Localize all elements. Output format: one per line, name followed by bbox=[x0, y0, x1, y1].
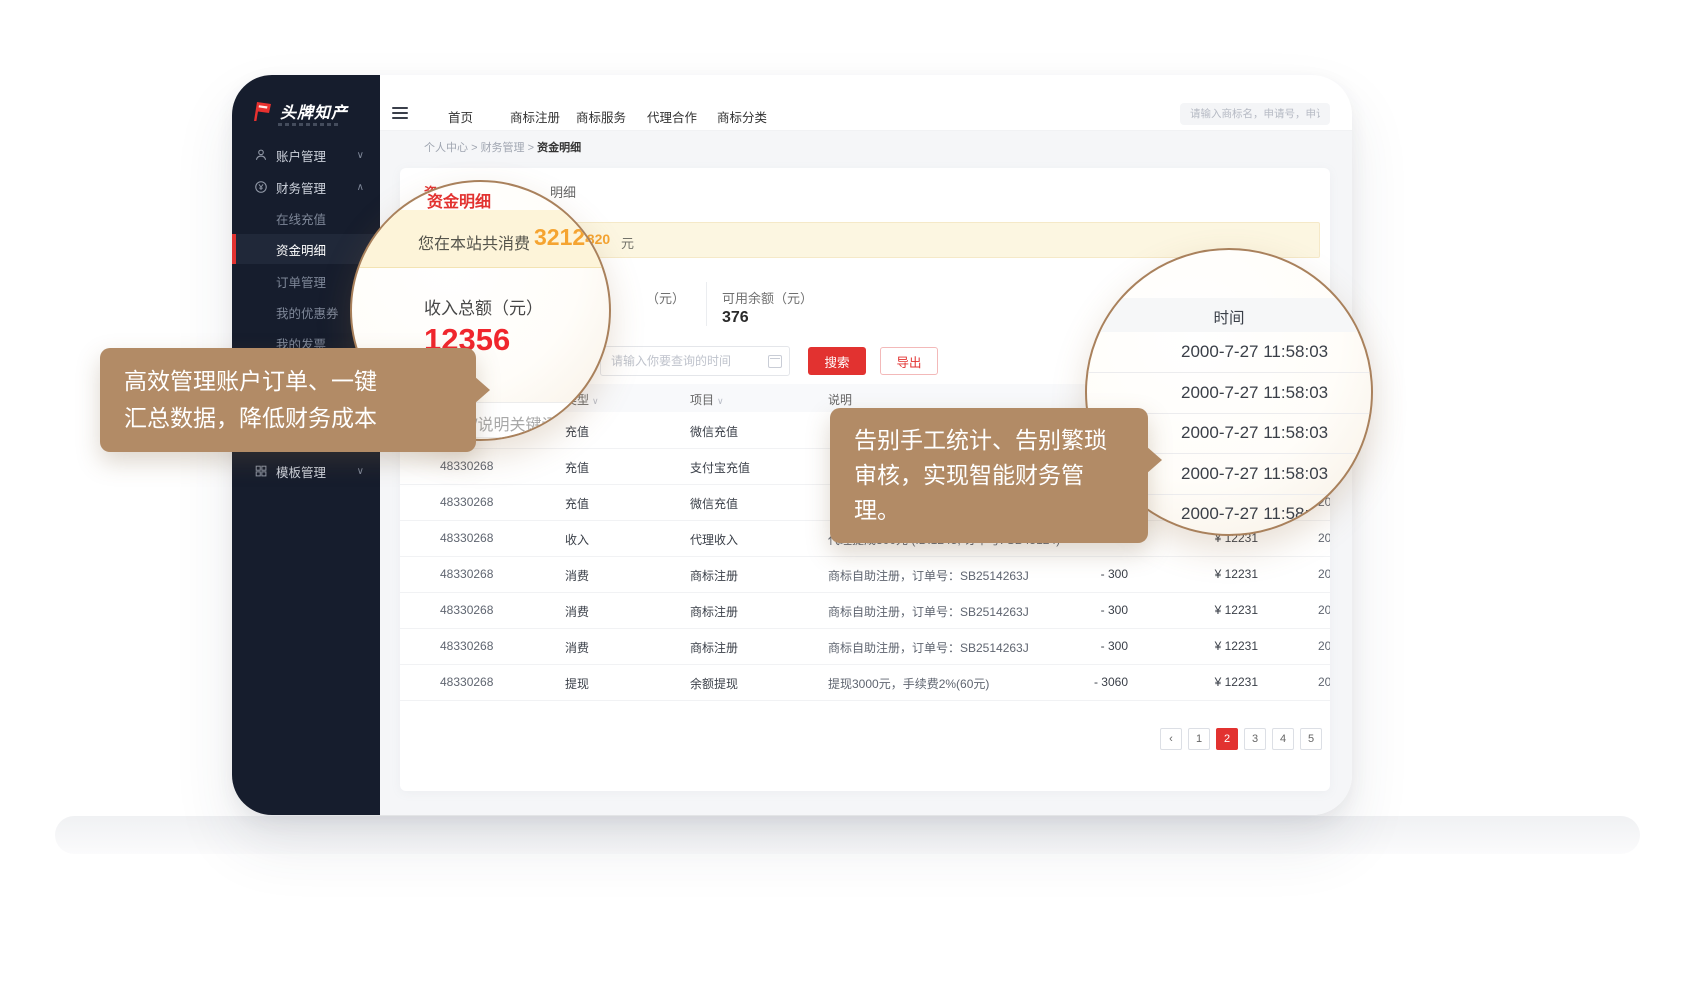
header-desc: 说明 bbox=[828, 391, 852, 408]
template-icon bbox=[254, 464, 268, 478]
logo-flag-icon bbox=[250, 99, 274, 123]
callout-bubble-left: 高效管理账户订单、一键 汇总数据，降低财务成本 bbox=[100, 348, 476, 452]
sidebar-group-account[interactable]: 账户管理 ∨ bbox=[232, 141, 380, 169]
breadcrumb-home[interactable]: 个人中心 bbox=[424, 142, 468, 154]
available-balance-label: 可用余额（元） bbox=[722, 288, 813, 307]
nav-item-home[interactable]: 首页 bbox=[448, 107, 473, 126]
marketing-screenshot: { "colors":{"accent_red":"#e23230","oran… bbox=[0, 0, 1696, 1002]
pagination-page-5[interactable]: 5 bbox=[1300, 728, 1322, 750]
pagination-page-2-active[interactable]: 2 bbox=[1216, 728, 1238, 750]
pagination-page-3[interactable]: 3 bbox=[1244, 728, 1266, 750]
nav-item-service[interactable]: 商标服务 bbox=[576, 107, 626, 126]
breadcrumb-section[interactable]: 财务管理 bbox=[481, 142, 525, 154]
sort-caret-icon[interactable]: ∨ bbox=[717, 396, 724, 406]
pagination: ‹ 1 2 3 4 5 bbox=[1160, 728, 1322, 750]
export-button[interactable]: 导出 bbox=[880, 347, 938, 375]
breadcrumb-current: 资金明细 bbox=[537, 142, 581, 154]
magnified-banner-prefix: 您在本站共消费 bbox=[418, 230, 530, 254]
magnified-banner-amount: 32124 bbox=[534, 224, 598, 251]
sidebar-group-finance[interactable]: 财务管理 ∧ bbox=[232, 173, 380, 201]
callout-bubble-right: 告别手工统计、告别繁琐 审核，实现智能财务管 理。 bbox=[830, 408, 1148, 543]
logo[interactable]: 头牌知产 bbox=[250, 99, 348, 123]
table-row[interactable]: 48330268消费商标注册商标自助注册，订单号：SB2514263J- 300… bbox=[400, 556, 1330, 593]
magnified-time-header: 时间 bbox=[1087, 298, 1371, 332]
top-navbar: 首页 商标注册 商标服务 代理合作 商标分类 bbox=[380, 75, 1352, 131]
table-row[interactable]: 48330268消费商标注册商标自助注册，订单号：SB2514263J- 300… bbox=[400, 628, 1330, 665]
pagination-page-1[interactable]: 1 bbox=[1188, 728, 1210, 750]
banner-suffix: 元 bbox=[621, 233, 634, 252]
logo-subtitle-line bbox=[278, 123, 340, 126]
pagination-prev-button[interactable]: ‹ bbox=[1160, 728, 1182, 750]
chevron-down-icon: ∨ bbox=[357, 150, 364, 161]
sidebar-group-templates[interactable]: 模板管理 ∨ bbox=[232, 457, 380, 485]
date-filter-input[interactable] bbox=[600, 346, 790, 376]
tab-secondary[interactable]: 明细 bbox=[550, 182, 576, 201]
middle-stat-label: （元） bbox=[646, 288, 685, 307]
chevron-down-icon: ∨ bbox=[357, 466, 364, 477]
header-project[interactable]: 项目∨ bbox=[690, 391, 724, 408]
finance-icon bbox=[254, 180, 268, 194]
calendar-icon[interactable] bbox=[768, 355, 782, 368]
chevron-up-icon: ∧ bbox=[357, 182, 364, 193]
stats-divider bbox=[706, 282, 707, 326]
search-button[interactable]: 搜索 bbox=[808, 347, 866, 375]
pagination-page-4[interactable]: 4 bbox=[1272, 728, 1294, 750]
magnified-time-row: 2000-7-27 11:58:03 bbox=[1087, 332, 1371, 373]
magnified-income-label: 收入总额（元） bbox=[424, 294, 543, 319]
magnified-tab-funds-detail: 资金明细 bbox=[427, 188, 491, 212]
hamburger-icon[interactable] bbox=[392, 107, 408, 119]
available-balance-value: 376 bbox=[722, 309, 749, 327]
magnified-consumption-banner: 您在本站共消费 32124 bbox=[352, 210, 609, 268]
logo-title: 头牌知产 bbox=[280, 99, 348, 123]
table-row[interactable]: 48330268提现余额提现提现3000元，手续费2%(60元)- 3060¥ … bbox=[400, 664, 1330, 701]
breadcrumb: 个人中心 > 财务管理 > 资金明细 bbox=[424, 139, 581, 155]
nav-item-category[interactable]: 商标分类 bbox=[717, 107, 767, 126]
nav-item-register[interactable]: 商标注册 bbox=[510, 107, 560, 126]
table-row[interactable]: 48330268消费商标注册商标自助注册，订单号：SB2514263J- 300… bbox=[400, 592, 1330, 629]
trademark-search-input[interactable] bbox=[1180, 103, 1330, 125]
nav-item-agent[interactable]: 代理合作 bbox=[647, 107, 697, 126]
laptop-base bbox=[55, 816, 1640, 854]
user-icon bbox=[254, 148, 268, 162]
